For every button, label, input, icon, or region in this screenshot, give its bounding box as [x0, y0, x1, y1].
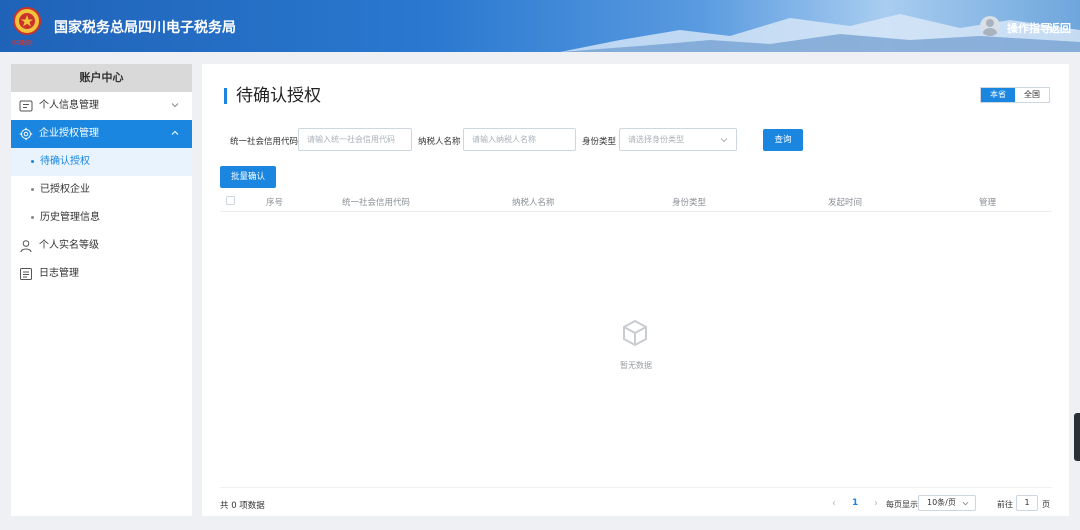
- sidebar-item-label: 个人信息管理: [39, 100, 99, 111]
- empty-box-icon: [623, 319, 647, 347]
- user-avatar[interactable]: [980, 16, 1000, 36]
- goto-page-input[interactable]: 1: [1016, 495, 1038, 511]
- top-header: 中国税务 国家税务总局四川电子税务局 操作指导 返回: [0, 0, 1080, 52]
- user-icon: [20, 240, 32, 253]
- next-page-icon[interactable]: ›: [874, 498, 878, 509]
- emblem-script-text: 中国税务: [12, 40, 33, 47]
- page-size-select[interactable]: 10条/页: [918, 495, 976, 511]
- sidebar-subitem-label: 历史管理信息: [40, 212, 100, 223]
- sidebar-subitem-label: 待确认授权: [40, 156, 90, 167]
- batch-confirm-button[interactable]: 批量确认: [220, 166, 276, 188]
- column-header-start-time: 发起时间: [828, 198, 863, 208]
- sidebar-item-label: 日志管理: [39, 268, 79, 279]
- main-panel: 待确认授权 本省 全国 统一社会信用代码 请输入统一社会信用代码 纳税人名称 请…: [202, 64, 1069, 516]
- sidebar: 账户中心 个人信息管理 企业授权管理 待确认授权 已授权企业 历史管理信息 个人…: [11, 64, 192, 516]
- chevron-down-icon: [171, 103, 179, 108]
- side-drawer-handle[interactable]: [1074, 413, 1080, 461]
- column-header-identity-type: 身份类型: [672, 198, 707, 208]
- tax-emblem-icon: [13, 7, 41, 35]
- bullet-dot: [31, 216, 34, 219]
- back-link[interactable]: 返回: [1049, 20, 1071, 36]
- sidebar-item-label: 个人实名等级: [39, 240, 99, 251]
- column-header-taxpayer-name: 纳税人名称: [512, 198, 555, 208]
- guide-link[interactable]: 操作指导: [1007, 20, 1051, 36]
- credit-code-input[interactable]: 请输入统一社会信用代码: [298, 128, 412, 151]
- per-page-label: 每页显示: [886, 500, 918, 509]
- identity-type-placeholder: 请选择身份类型: [628, 135, 684, 144]
- prev-page-icon[interactable]: ‹: [832, 498, 836, 509]
- chevron-down-icon: [962, 501, 969, 506]
- column-header-manage: 管理: [979, 198, 997, 208]
- site-title: 国家税务总局四川电子税务局: [54, 20, 236, 36]
- page-suffix: 页: [1042, 500, 1050, 509]
- table-header: 序号 统一社会信用代码 纳税人名称 身份类型 发起时间 管理: [220, 192, 1052, 212]
- sidebar-subitem-label: 已授权企业: [40, 184, 90, 195]
- sidebar-item-personal-info[interactable]: 个人信息管理: [11, 92, 192, 120]
- goto-label: 前往: [997, 500, 1013, 509]
- identity-type-select[interactable]: 请选择身份类型: [619, 128, 737, 151]
- chevron-down-icon: [720, 138, 728, 143]
- chevron-up-icon: [171, 130, 179, 135]
- query-button[interactable]: 查询: [763, 129, 803, 151]
- scope-all-button[interactable]: 全国: [1015, 88, 1049, 102]
- taxpayer-name-input[interactable]: 请输入纳税人名称: [463, 128, 576, 151]
- page-title: 待确认授权: [224, 88, 321, 105]
- select-all-checkbox[interactable]: [226, 196, 235, 205]
- sidebar-item-log-management[interactable]: 日志管理: [11, 260, 192, 288]
- scope-toggle: 本省 全国: [980, 87, 1050, 103]
- scope-local-button[interactable]: 本省: [981, 88, 1015, 102]
- taxpayer-name-label: 纳税人名称: [418, 137, 461, 147]
- sidebar-subitem-history[interactable]: 历史管理信息: [11, 204, 192, 232]
- bullet-dot: [31, 160, 34, 163]
- total-count: 共 0 项数据: [220, 501, 265, 511]
- current-page[interactable]: 1: [852, 498, 858, 508]
- sidebar-item-realname-level[interactable]: 个人实名等级: [11, 232, 192, 260]
- footer-divider: [220, 487, 1052, 488]
- empty-state-text: 暂无数据: [620, 361, 652, 370]
- sidebar-subitem-pending-auth[interactable]: 待确认授权: [11, 148, 192, 176]
- sidebar-subitem-authorized-enterprises[interactable]: 已授权企业: [11, 176, 192, 204]
- gear-icon: [19, 127, 33, 141]
- credit-code-label: 统一社会信用代码: [230, 137, 299, 147]
- mountain-banner: [560, 14, 1080, 52]
- sidebar-item-label: 企业授权管理: [39, 128, 99, 139]
- page-size-value: 10条/页: [927, 498, 956, 507]
- column-header-index: 序号: [266, 198, 284, 208]
- column-header-credit-code: 统一社会信用代码: [342, 198, 411, 208]
- identity-type-label: 身份类型: [582, 137, 617, 147]
- bullet-dot: [31, 188, 34, 191]
- sidebar-heading: 账户中心: [11, 64, 192, 92]
- id-card-icon: [19, 100, 33, 112]
- sidebar-item-enterprise-auth[interactable]: 企业授权管理: [11, 120, 192, 148]
- log-icon: [20, 268, 32, 280]
